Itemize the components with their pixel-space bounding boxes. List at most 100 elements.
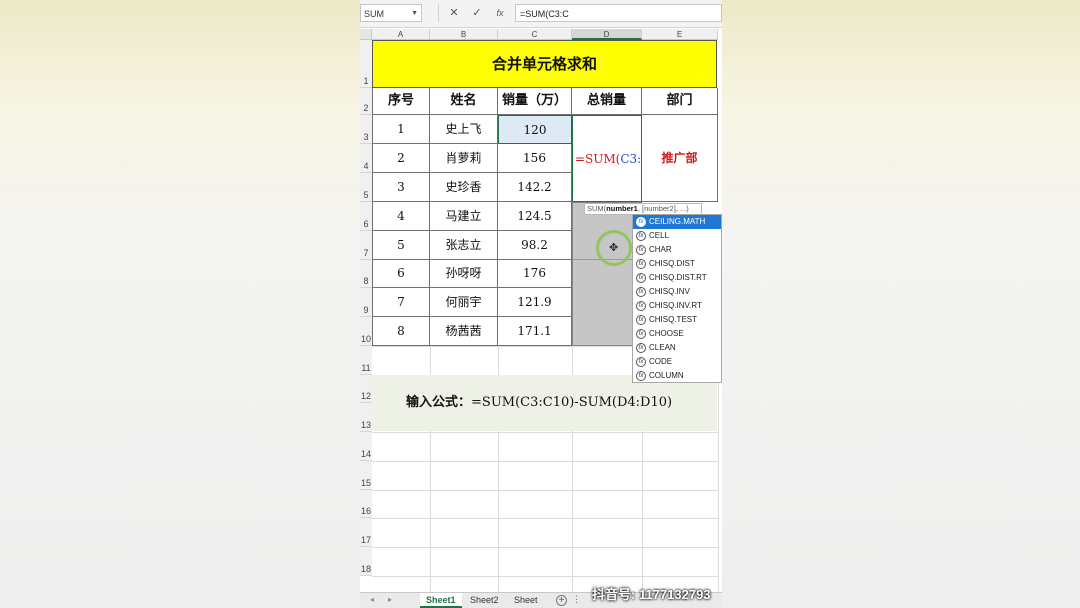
note-label: 输入公式： — [406, 395, 472, 410]
add-sheet-icon[interactable]: + — [556, 595, 567, 606]
row-header-2[interactable]: 2 — [360, 88, 372, 115]
autocomplete-label: CHISQ.DIST.RT — [649, 273, 707, 282]
title-cell[interactable]: 合并单元格求和 — [372, 40, 717, 88]
column-header-c[interactable]: C — [498, 29, 572, 40]
select-all-corner[interactable] — [360, 29, 372, 40]
row-number: 13 — [360, 420, 371, 430]
serial-cell[interactable]: 8 — [372, 317, 430, 346]
name-cell[interactable]: 张志立 — [430, 231, 498, 260]
row-number: 18 — [360, 564, 371, 574]
row-header-12[interactable]: 12 — [360, 375, 372, 403]
sales-cell[interactable]: 176 — [498, 260, 572, 288]
chevron-down-icon[interactable]: ▼ — [411, 5, 418, 23]
sheet-tab[interactable]: Sheet — [508, 593, 544, 608]
insert-function-icon[interactable]: fx — [491, 5, 509, 21]
row-header-14[interactable]: 14 — [360, 432, 372, 461]
autocomplete-item[interactable]: fx CHOOSE — [633, 327, 721, 341]
header-cell[interactable]: 姓名 — [430, 88, 498, 115]
more-options-icon[interactable]: ⋮ — [572, 594, 581, 605]
name-cell[interactable]: 孙呀呀 — [430, 260, 498, 288]
autocomplete-item[interactable]: fx CHISQ.INV — [633, 285, 721, 299]
sales-cell[interactable]: 171.1 — [498, 317, 572, 346]
serial-cell[interactable]: 5 — [372, 231, 430, 260]
serial-cell[interactable]: 2 — [372, 144, 430, 173]
column-header-b[interactable]: B — [430, 29, 498, 40]
row-header-9[interactable]: 9 — [360, 288, 372, 317]
sales-cell[interactable]: 121.9 — [498, 288, 572, 317]
cancel-icon[interactable]: ✕ — [445, 5, 463, 21]
autocomplete-item[interactable]: fx CHISQ.INV.RT — [633, 299, 721, 313]
name-cell[interactable]: 史上飞 — [430, 115, 498, 144]
autocomplete-item[interactable]: fx CHISQ.DIST — [633, 257, 721, 271]
row-header-6[interactable]: 6 — [360, 202, 372, 231]
autocomplete-item[interactable]: fx CELL — [633, 229, 721, 243]
formula-bar-separator — [438, 4, 439, 22]
autocomplete-label: CODE — [649, 357, 673, 366]
autocomplete-item[interactable]: fx CEILING.MATH — [633, 215, 721, 229]
row-header-1[interactable]: 1 — [360, 40, 372, 88]
sales-cell[interactable]: 142.2 — [498, 173, 572, 202]
function-icon: fx — [636, 328, 646, 339]
header-cell[interactable]: 销量（万） — [498, 88, 572, 115]
column-header-e[interactable]: E — [642, 29, 718, 40]
name-box[interactable]: SUM ▼ — [360, 4, 422, 22]
function-icon: fx — [636, 356, 646, 367]
grid-line — [372, 518, 718, 519]
formula-range-ref: C3:C — [620, 152, 642, 166]
sales-cell[interactable]: 156 — [498, 144, 572, 173]
sheet-tab[interactable]: Sheet1 — [420, 593, 462, 608]
column-header-d[interactable]: D — [572, 29, 642, 40]
autocomplete-label: CELL — [649, 231, 670, 240]
name-cell[interactable]: 杨茜茜 — [430, 317, 498, 346]
name-cell[interactable]: 马建立 — [430, 202, 498, 231]
serial-cell[interactable]: 7 — [372, 288, 430, 317]
tab-scroll-right-icon[interactable]: ▸ — [388, 595, 392, 604]
header-cell[interactable]: 部门 — [642, 88, 718, 115]
sales-cell[interactable]: 120 — [498, 115, 572, 144]
name-cell[interactable]: 何丽宇 — [430, 288, 498, 317]
row-header-17[interactable]: 17 — [360, 518, 372, 547]
autocomplete-item[interactable]: fx CLEAN — [633, 341, 721, 355]
department-cell[interactable]: 推广部 — [642, 115, 718, 202]
autocomplete-item[interactable]: fx CHISQ.DIST.RT — [633, 271, 721, 285]
row-header-7[interactable]: 7 — [360, 231, 372, 260]
checkmark-icon[interactable]: ✓ — [468, 5, 486, 21]
row-header-13[interactable]: 13 — [360, 403, 372, 432]
row-header-18[interactable]: 18 — [360, 547, 372, 576]
tooltip-arg: number1 — [606, 204, 638, 213]
grid-line — [372, 432, 718, 433]
serial-cell[interactable]: 6 — [372, 260, 430, 288]
function-icon: fx — [636, 244, 646, 255]
autocomplete-item[interactable]: fx CODE — [633, 355, 721, 369]
header-cell[interactable]: 序号 — [372, 88, 430, 115]
name-cell[interactable]: 肖萝莉 — [430, 144, 498, 173]
sales-cell[interactable]: 98.2 — [498, 231, 572, 260]
name-cell[interactable]: 史珍香 — [430, 173, 498, 202]
column-header-a[interactable]: A — [372, 29, 430, 40]
row-number: 17 — [360, 535, 371, 545]
formula-input[interactable]: =SUM(C3:C — [515, 4, 722, 22]
formula-edit-cell[interactable]: =SUM(C3:C — [572, 115, 642, 202]
autocomplete-item[interactable]: fx COLUMN — [633, 369, 721, 382]
serial-cell[interactable]: 4 — [372, 202, 430, 231]
tab-scroll-left-icon[interactable]: ◂ — [370, 595, 374, 604]
serial-cell[interactable]: 3 — [372, 173, 430, 202]
serial-cell[interactable]: 1 — [372, 115, 430, 144]
sales-cell[interactable]: 124.5 — [498, 202, 572, 231]
header-cell[interactable]: 总销量 — [572, 88, 642, 115]
row-header-5[interactable]: 5 — [360, 173, 372, 202]
sheet-tab[interactable]: Sheet2 — [464, 593, 505, 608]
row-header-11[interactable]: 11 — [360, 346, 372, 375]
function-icon: fx — [636, 286, 646, 297]
autocomplete-item[interactable]: fx CHAR — [633, 243, 721, 257]
row-header-8[interactable]: 8 — [360, 260, 372, 288]
grid-line — [372, 547, 718, 548]
row-header-3[interactable]: 3 — [360, 115, 372, 144]
row-header-16[interactable]: 16 — [360, 490, 372, 518]
background-left — [0, 0, 360, 608]
grid-line — [372, 490, 718, 491]
autocomplete-item[interactable]: fx CHISQ.TEST — [633, 313, 721, 327]
row-header-15[interactable]: 15 — [360, 461, 372, 490]
row-header-4[interactable]: 4 — [360, 144, 372, 173]
row-header-10[interactable]: 10 — [360, 317, 372, 346]
